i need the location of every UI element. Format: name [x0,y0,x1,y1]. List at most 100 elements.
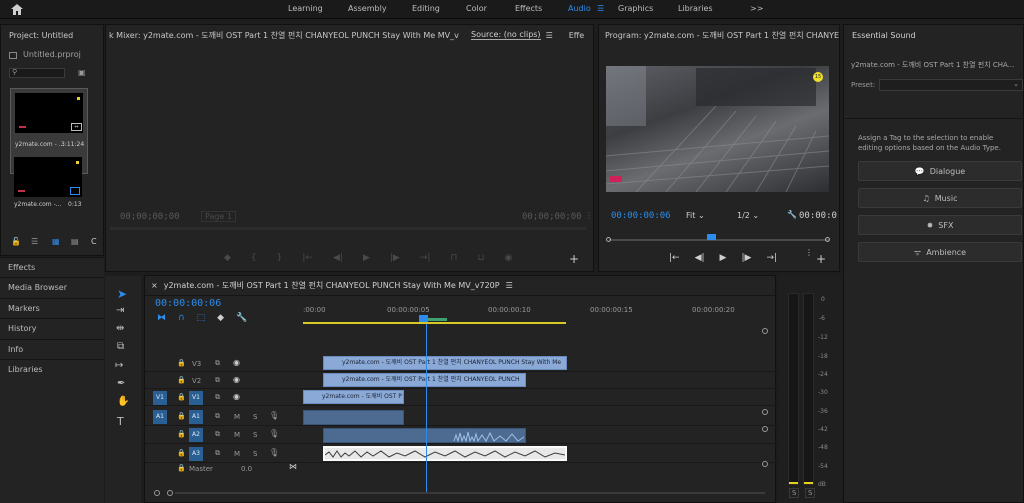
marker-icon[interactable]: ◆ [224,253,231,263]
audio-clip-a2[interactable] [323,428,526,443]
mute-button[interactable]: M [234,413,240,421]
freeform-view-icon[interactable]: ▤ [71,237,79,246]
program-scrub-bar[interactable] [609,234,829,241]
playhead-handle[interactable] [707,234,716,240]
video-clip-v2[interactable]: y2mate.com - 도깨비 OST Part 1 찬열 펀치 CHANYE… [323,373,526,387]
slip-tool-icon[interactable]: ↦ [115,360,123,371]
panel-effects[interactable]: Effects [0,257,104,277]
source-patch-a1[interactable]: A1 [153,410,167,424]
video-clip-v3[interactable]: y2mate.com - 도깨비 OST Part 1 찬열 펀치 CHANYE… [323,356,567,370]
sfx-button[interactable]: ✸ SFX [858,215,1022,235]
lock-icon[interactable]: 🔒 [177,449,186,457]
go-to-out-icon[interactable]: →| [766,253,777,263]
workspace-editing[interactable]: Editing [412,4,440,13]
lock-icon[interactable]: 🔒 [177,393,186,401]
step-back-icon[interactable]: ◀| [333,253,343,263]
sync-lock-icon[interactable]: ⧉ [215,430,220,439]
panel-history[interactable]: History [0,318,104,338]
mute-button[interactable]: M [234,450,240,458]
v-scroll-handle-top[interactable] [762,328,768,334]
solo-button[interactable]: S [253,431,257,439]
source-patch-v1[interactable]: V1 [153,391,167,405]
panel-markers[interactable]: Markers [0,298,104,318]
timeline-settings-icon[interactable]: 🔧 [236,313,247,323]
audio-clip-a1[interactable] [303,410,404,425]
ripple-edit-tool-icon[interactable]: ⇹ [116,323,124,334]
go-to-end-icon[interactable]: ⋈ [289,462,297,471]
page-select[interactable]: Page 1 [201,211,236,222]
horizontal-scrollbar[interactable] [175,492,765,494]
preset-select[interactable]: ⌄ [879,79,1023,91]
tab-audio-mixer[interactable]: k Mixer: y2mate.com - 도깨비 OST Part 1 찬열 … [109,30,459,41]
sync-lock-icon[interactable]: ⧉ [215,376,220,385]
lock-icon[interactable]: 🔒 [177,430,186,438]
lock-icon[interactable]: 🔒 [177,412,186,420]
snap-icon[interactable]: ∩ [178,313,185,323]
selection-tool-icon[interactable]: ➤ [117,287,127,301]
microphone-icon[interactable]: 🎙 [269,411,279,420]
overwrite-icon[interactable]: ⊔ [477,253,484,263]
menu-icon[interactable]: ☰ [546,31,553,40]
scroll-handle-left[interactable] [154,490,160,496]
workspace-assembly[interactable]: Assembly [348,4,387,13]
track-target-a1[interactable]: A1 [189,410,203,424]
track-target-v1[interactable]: V1 [189,391,203,405]
close-icon[interactable]: × [151,281,158,290]
workspace-graphics[interactable]: Graphics [618,4,653,13]
v-scroll-handle-bottom[interactable] [762,409,768,415]
solo-button[interactable]: S [253,413,257,421]
fit-select[interactable]: Fit ⌄ [686,211,705,220]
razor-tool-icon[interactable]: ⧉ [117,341,124,352]
source-scrub-bar[interactable] [110,227,586,230]
time-ruler[interactable]: :00:00 00:00:00:05 00:00:00:10 00:00:00:… [303,298,777,326]
add-button-icon[interactable]: + [816,252,826,266]
pen-tool-icon[interactable]: ✒ [117,378,125,389]
track-select-tool-icon[interactable]: ⇥ [116,305,124,316]
play-icon[interactable]: ▶ [363,253,370,263]
tab-effects[interactable]: Effe [569,31,585,40]
video-clip-v1[interactable]: y2mate.com - 도깨비 OST P [303,390,404,404]
sync-lock-icon[interactable]: ⧉ [215,412,220,421]
workspace-overflow-icon[interactable]: >> [750,4,763,13]
master-volume[interactable]: 0.0 [241,465,252,473]
play-icon[interactable]: ▶ [720,253,727,263]
dialogue-button[interactable]: 💬 Dialogue [858,161,1022,181]
workspace-audio[interactable]: Audio [568,4,591,13]
lock-icon[interactable]: 🔒 [177,359,186,367]
panel-libraries[interactable]: Libraries [0,359,104,379]
hand-tool-icon[interactable]: ✋ [117,396,129,407]
go-to-in-icon[interactable]: |← [302,253,313,263]
tab-source[interactable]: Source: (no clips) [471,30,541,40]
eye-icon[interactable]: ◉ [233,358,240,367]
meter-solo-left[interactable]: S [789,488,800,498]
eye-icon[interactable]: ◉ [233,375,240,384]
add-button-icon[interactable]: + [569,252,579,266]
lock-icon[interactable]: 🔒 [177,376,186,384]
track-target-a3[interactable]: A3 [189,447,203,461]
solo-button[interactable]: S [253,450,257,458]
resolution-select[interactable]: 1/2 ⌄ [737,211,759,220]
meter-solo-right[interactable]: S [805,488,816,498]
insert-icon[interactable]: ⊓ [450,253,457,263]
a-scroll-handle-bottom[interactable] [762,461,768,467]
wrench-icon[interactable]: 🔧 [787,210,797,219]
microphone-icon[interactable]: 🎙 [269,448,279,457]
step-forward-icon[interactable]: |▶ [390,253,400,263]
zoom-handle-left[interactable] [606,237,611,242]
work-area-bar[interactable] [303,322,566,324]
mute-button[interactable]: M [234,431,240,439]
track-target-a2[interactable]: A2 [189,428,203,442]
lock-icon[interactable]: 🔓 [11,237,21,246]
panel-media-browser[interactable]: Media Browser [0,277,104,297]
step-forward-icon[interactable]: |▶ [741,253,751,263]
project-search-input[interactable]: ⚲ [9,68,65,78]
type-tool-icon[interactable]: T [117,415,124,428]
mark-out-icon[interactable]: } [277,253,283,263]
microphone-icon[interactable]: 🎙 [269,429,279,438]
go-to-in-icon[interactable]: |← [669,253,680,263]
menu-icon[interactable]: ☰ [506,281,513,290]
icon-view-icon[interactable]: ▦ [52,237,60,246]
monitor-settings-icon[interactable]: ⋮ [585,211,593,220]
home-icon[interactable] [11,4,23,15]
eye-icon[interactable]: ◉ [233,392,240,401]
